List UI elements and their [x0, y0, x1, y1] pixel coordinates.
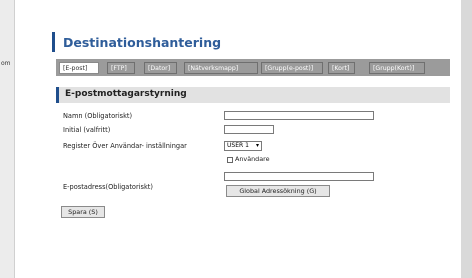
- register-select[interactable]: USER 1 ▾: [224, 141, 262, 151]
- right-gutter: [461, 0, 472, 278]
- chevron-down-icon: ▾: [255, 142, 259, 149]
- tab-group-card[interactable]: [Grupp(Kort)]: [369, 62, 425, 74]
- tab-network-folder[interactable]: [Nätverksmapp]: [184, 62, 258, 74]
- tab-card[interactable]: [Kort]: [328, 62, 355, 74]
- tab-group-email[interactable]: [Grupp(e-post)]: [261, 62, 323, 74]
- page-title-bar: Destinationshantering: [52, 32, 451, 52]
- users-checkbox-label: Användare: [235, 155, 270, 163]
- name-label: Namn (Obligatoriskt): [63, 112, 133, 120]
- tab-bar: [E-post] [FTP] [Dator] [Nätverksmapp] [G…: [56, 59, 450, 76]
- email-label: E-postadress(Obligatoriskt): [63, 183, 153, 191]
- left-panel-label: om: [1, 60, 11, 67]
- name-input[interactable]: [224, 111, 374, 120]
- register-select-value: USER 1: [227, 142, 249, 149]
- email-input[interactable]: [224, 172, 374, 181]
- tab-ftp[interactable]: [FTP]: [107, 62, 135, 74]
- section-heading: E-postmottagarstyrning: [56, 87, 450, 103]
- initial-input[interactable]: [224, 125, 274, 134]
- global-address-search-button[interactable]: Global Adressökning (G): [226, 185, 330, 197]
- register-label: Register Över Användar- inställningar: [63, 142, 187, 150]
- save-button[interactable]: Spara (S): [61, 206, 105, 218]
- initial-label: Initial (valfritt): [63, 126, 111, 134]
- left-panel-edge: om: [0, 0, 15, 278]
- tab-email[interactable]: [E-post]: [59, 62, 99, 74]
- users-checkbox[interactable]: [227, 157, 233, 163]
- tab-computer[interactable]: [Dator]: [144, 62, 177, 74]
- page-title: Destinationshantering: [63, 35, 222, 50]
- section-title: E-postmottagarstyrning: [65, 89, 187, 99]
